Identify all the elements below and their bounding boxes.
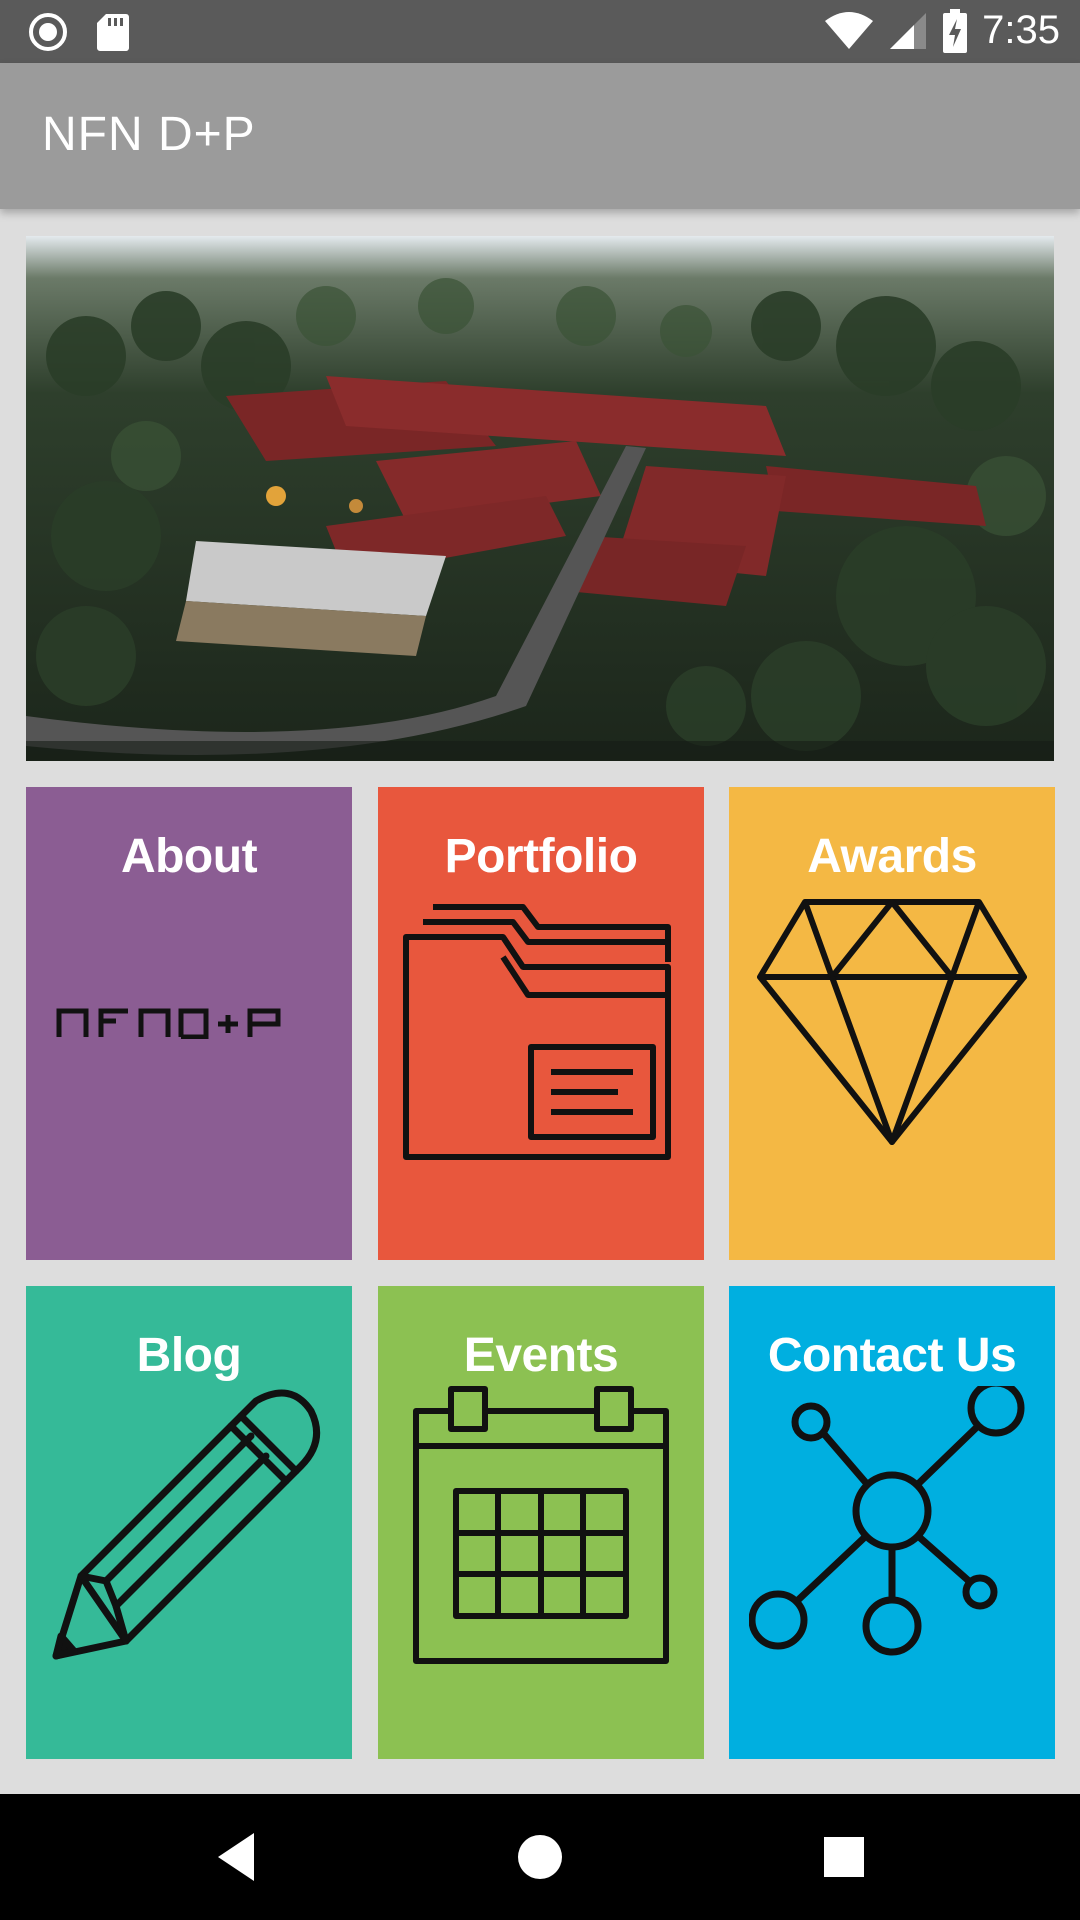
signal-icon [890, 12, 927, 49]
tile-blog[interactable]: Blog [26, 1286, 352, 1759]
pencil-icon [52, 1389, 321, 1660]
aerial-development-image [26, 236, 1054, 761]
network-icon [749, 1386, 1025, 1656]
calendar-icon [413, 1386, 669, 1664]
tile-label: Events [463, 1329, 619, 1382]
hero-image [26, 236, 1054, 761]
tile-portfolio[interactable]: Portfolio [378, 787, 704, 1260]
tile-contact-us[interactable]: Contact Us [729, 1286, 1055, 1759]
folder-icon [403, 904, 671, 1160]
tile-events[interactable]: Events [378, 1286, 704, 1759]
sd-card-icon [97, 14, 129, 51]
status-bar: 7:35 [0, 0, 1080, 63]
diamond-icon [757, 899, 1027, 1145]
tile-awards[interactable]: Awards [729, 787, 1055, 1260]
tile-label: Blog [136, 1329, 242, 1382]
tile-about[interactable]: About [26, 787, 352, 1260]
tile-label: About [120, 830, 258, 883]
battery-charging-icon [943, 8, 968, 53]
tile-label: Portfolio [444, 830, 638, 883]
wifi-icon [825, 11, 874, 49]
tile-label: Contact Us [767, 1329, 1017, 1382]
app-title: NFN D+P [42, 108, 256, 161]
status-time: 7:35 [982, 8, 1060, 52]
navigation-bar [0, 1794, 1080, 1920]
tile-label: Awards [807, 830, 977, 883]
app-bar: NFN D+P [0, 63, 1080, 209]
home-icon[interactable] [507, 1824, 573, 1890]
record-icon [29, 13, 67, 51]
nfn-dp-logo-icon [56, 1008, 281, 1039]
back-icon[interactable] [200, 1824, 266, 1890]
recents-icon[interactable] [811, 1824, 877, 1890]
